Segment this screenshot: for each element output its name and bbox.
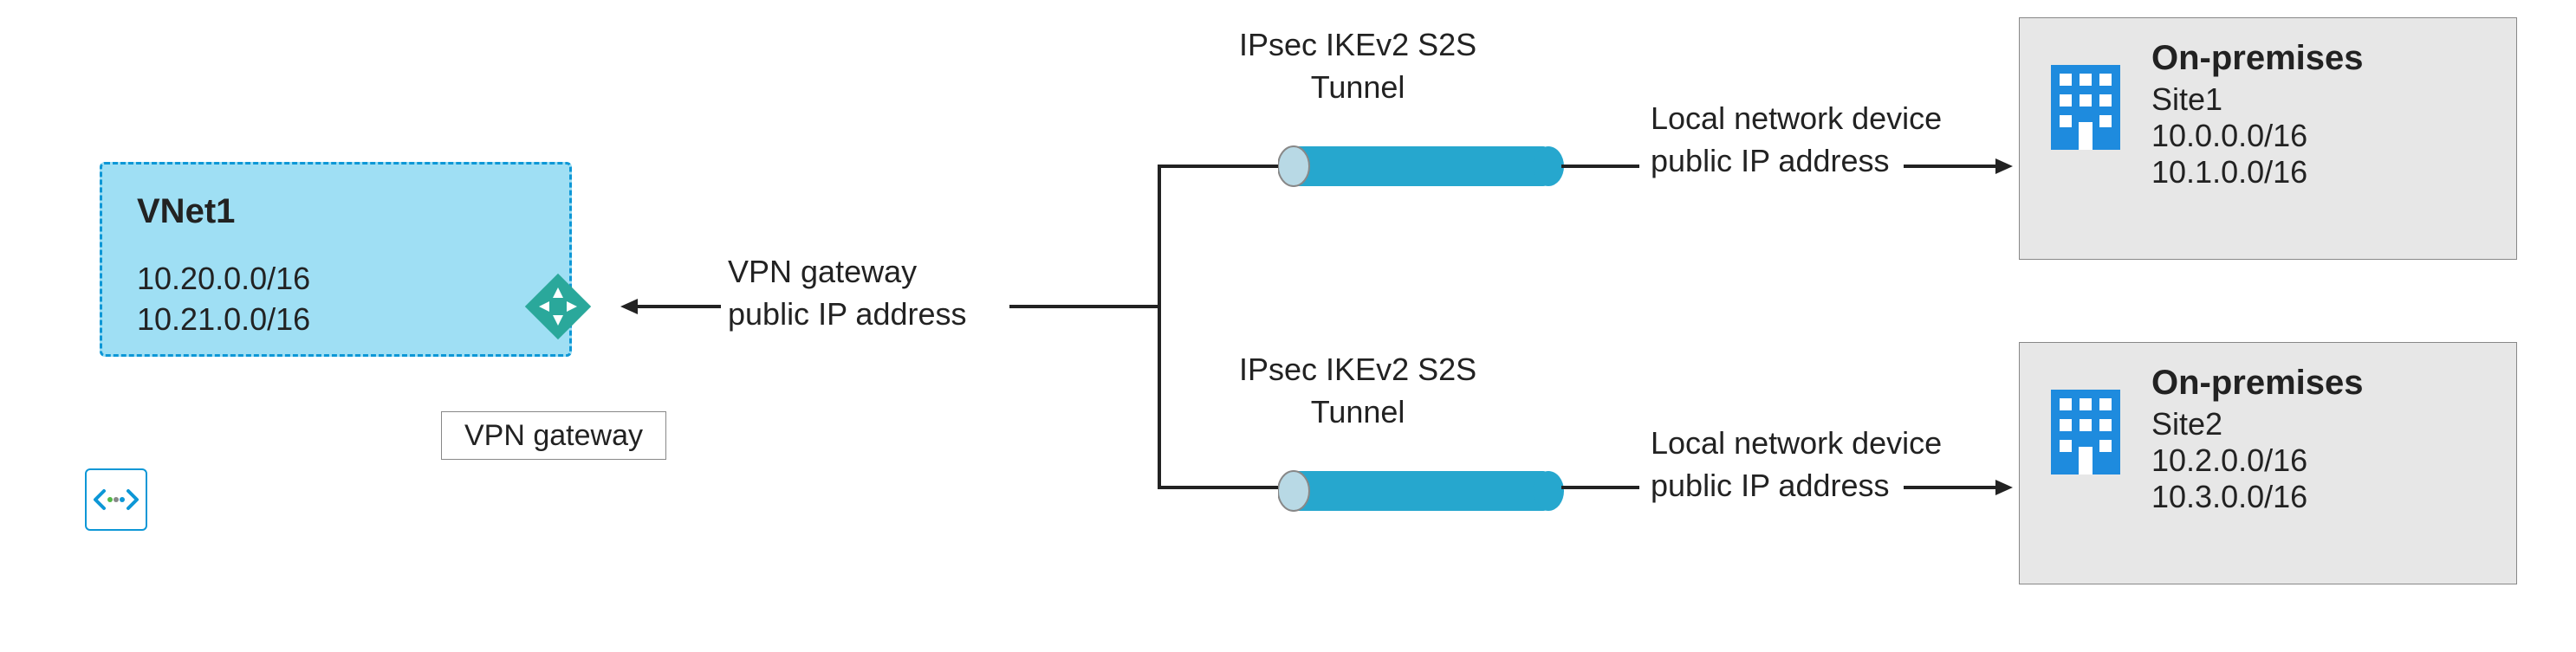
local-network-label-2: Local network device public IP address (1651, 423, 1942, 507)
building-icon (2044, 60, 2127, 159)
local2-line2: public IP address (1651, 465, 1942, 507)
vnet-peering-icon (85, 468, 147, 531)
site2-text: On-premises Site2 10.2.0.0/16 10.3.0.0/1… (2151, 364, 2364, 515)
building-icon (2044, 384, 2127, 484)
site1-text: On-premises Site1 10.0.0.0/16 10.1.0.0/1… (2151, 39, 2364, 190)
tunnel1-line2: Tunnel (1239, 67, 1476, 109)
vnet-title: VNet1 (137, 192, 535, 231)
vnet-address-2: 10.21.0.0/16 (137, 300, 535, 340)
connector-tunnel1-out (1561, 165, 1639, 168)
tunnel-label-1: IPsec IKEv2 S2S Tunnel (1239, 24, 1476, 108)
connector-line (1009, 305, 1161, 308)
local-network-label-1: Local network device public IP address (1651, 98, 1942, 182)
tunnel-1-icon (1278, 139, 1564, 193)
site2-box: On-premises Site2 10.2.0.0/16 10.3.0.0/1… (2019, 342, 2517, 584)
site1-addr1: 10.0.0.0/16 (2151, 118, 2364, 154)
vpn-gateway-label: VPN gateway (441, 411, 666, 460)
site2-addr1: 10.2.0.0/16 (2151, 442, 2364, 479)
vpn-gateway-label-text: VPN gateway (464, 419, 643, 453)
tunnel2-line1: IPsec IKEv2 S2S (1239, 349, 1476, 391)
connector-vertical (1158, 165, 1161, 489)
tunnel-2-icon (1278, 464, 1564, 518)
vpn-gateway-ip-line1: VPN gateway (728, 251, 967, 294)
site1-box: On-premises Site1 10.0.0.0/16 10.1.0.0/1… (2019, 17, 2517, 260)
connector-tunnel2-out (1561, 486, 1639, 489)
local1-line1: Local network device (1651, 98, 1942, 140)
tunnel1-line1: IPsec IKEv2 S2S (1239, 24, 1476, 67)
arrow-to-site2-icon (1902, 475, 2015, 500)
arrow-to-gateway-icon (619, 294, 723, 319)
vnet-address-1: 10.20.0.0/16 (137, 259, 535, 300)
vnet-box: VNet1 10.20.0.0/16 10.21.0.0/16 (100, 162, 572, 357)
connector-to-tunnel2 (1158, 486, 1283, 489)
site2-name: Site2 (2151, 406, 2364, 442)
local1-line2: public IP address (1651, 140, 1942, 183)
vpn-gateway-icon (520, 268, 596, 345)
tunnel2-line2: Tunnel (1239, 391, 1476, 434)
connector-to-tunnel1 (1158, 165, 1283, 168)
site1-addr2: 10.1.0.0/16 (2151, 154, 2364, 190)
local2-line1: Local network device (1651, 423, 1942, 465)
vpn-gateway-ip-label: VPN gateway public IP address (728, 251, 967, 335)
site2-title: On-premises (2151, 364, 2364, 403)
site1-name: Site1 (2151, 81, 2364, 118)
tunnel-label-2: IPsec IKEv2 S2S Tunnel (1239, 349, 1476, 433)
site2-addr2: 10.3.0.0/16 (2151, 479, 2364, 515)
site1-title: On-premises (2151, 39, 2364, 78)
arrow-to-site1-icon (1902, 154, 2015, 178)
vpn-gateway-ip-line2: public IP address (728, 294, 967, 336)
